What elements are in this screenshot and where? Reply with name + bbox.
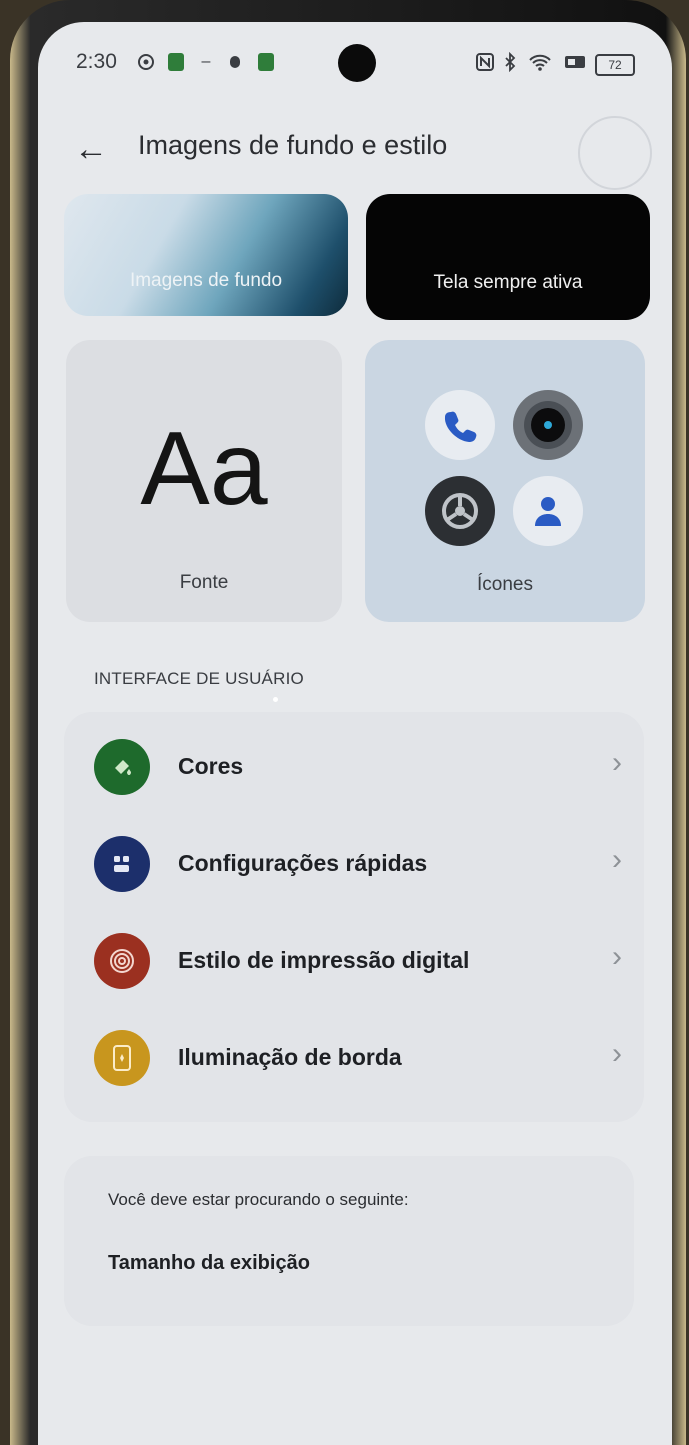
status-bar: 2:30 – 72 (38, 22, 672, 102)
list-item-label: Configurações rápidas (178, 850, 428, 876)
list-item-label: Cores (178, 753, 244, 779)
chevron-right-icon: › (612, 746, 622, 779)
touch-indicator (273, 697, 278, 702)
aod-label: Tela sempre ativa (433, 272, 583, 293)
hotspot-icon (564, 52, 586, 72)
minus-icon: – (201, 53, 211, 70)
battery-indicator: 72 (595, 54, 635, 76)
app-icon (166, 52, 186, 72)
edge-light-icon (94, 1030, 150, 1086)
page-title: Imagens de fundo e estilo (138, 130, 448, 160)
app-icon (256, 52, 276, 72)
section-title: INTERFACE DE USUÁRIO (94, 669, 304, 688)
whatsapp-icon (136, 52, 156, 72)
font-card[interactable]: Aa Fonte (66, 340, 342, 622)
quick-settings-icon (94, 836, 150, 892)
wallpaper-label: Imagens de fundo (129, 270, 283, 291)
chevron-right-icon: › (612, 940, 622, 973)
list-item-configuracoes-rapidas[interactable]: Configurações rápidas › (64, 821, 644, 907)
list-item-label: Iluminação de borda (178, 1044, 402, 1070)
suggestions-hint: Você deve estar procurando o seguinte: (108, 1190, 409, 1209)
font-label: Fonte (179, 572, 229, 593)
suggestions-card: Você deve estar procurando o seguinte: T… (64, 1156, 634, 1326)
bluetooth-icon (502, 52, 518, 72)
camera-app-icon (513, 390, 583, 460)
wallpaper-card[interactable]: Imagens de fundo (64, 194, 348, 316)
mouse-icon (228, 52, 242, 72)
contacts-icon (513, 476, 583, 546)
list-item-estilo-impressao-digital[interactable]: Estilo de impressão digital › (64, 918, 644, 1004)
arrow-left-icon: ← (74, 129, 108, 168)
icons-card[interactable]: Ícones (365, 340, 645, 622)
header-circle-button[interactable] (578, 116, 652, 190)
screen: 2:30 – 72 ← Imagens de fundo e estilo Im… (38, 22, 672, 1445)
fingerprint-icon (94, 933, 150, 989)
icons-label: Ícones (477, 574, 533, 595)
wifi-icon (528, 52, 552, 72)
ui-settings-list: Cores › Configurações rápidas › Estilo d… (64, 712, 644, 1122)
list-item-label: Estilo de impressão digital (178, 947, 470, 973)
front-camera (338, 44, 376, 82)
status-time: 2:30 (76, 50, 117, 73)
nav-gesture-area[interactable] (168, 1376, 214, 1422)
list-item-iluminacao-borda[interactable]: Iluminação de borda › (64, 1015, 644, 1101)
always-on-display-card[interactable]: Tela sempre ativa (366, 194, 650, 320)
font-sample: Aa (140, 411, 268, 527)
paint-bucket-icon (94, 739, 150, 795)
settings-gear-icon (425, 476, 495, 546)
list-item-cores[interactable]: Cores › (64, 724, 644, 810)
phone-icon (425, 390, 495, 460)
nfc-icon (474, 52, 496, 72)
display-size-link[interactable]: Tamanho da exibição (108, 1252, 310, 1275)
chevron-right-icon: › (612, 1037, 622, 1070)
chevron-right-icon: › (612, 843, 622, 876)
back-button[interactable]: ← (68, 126, 114, 172)
